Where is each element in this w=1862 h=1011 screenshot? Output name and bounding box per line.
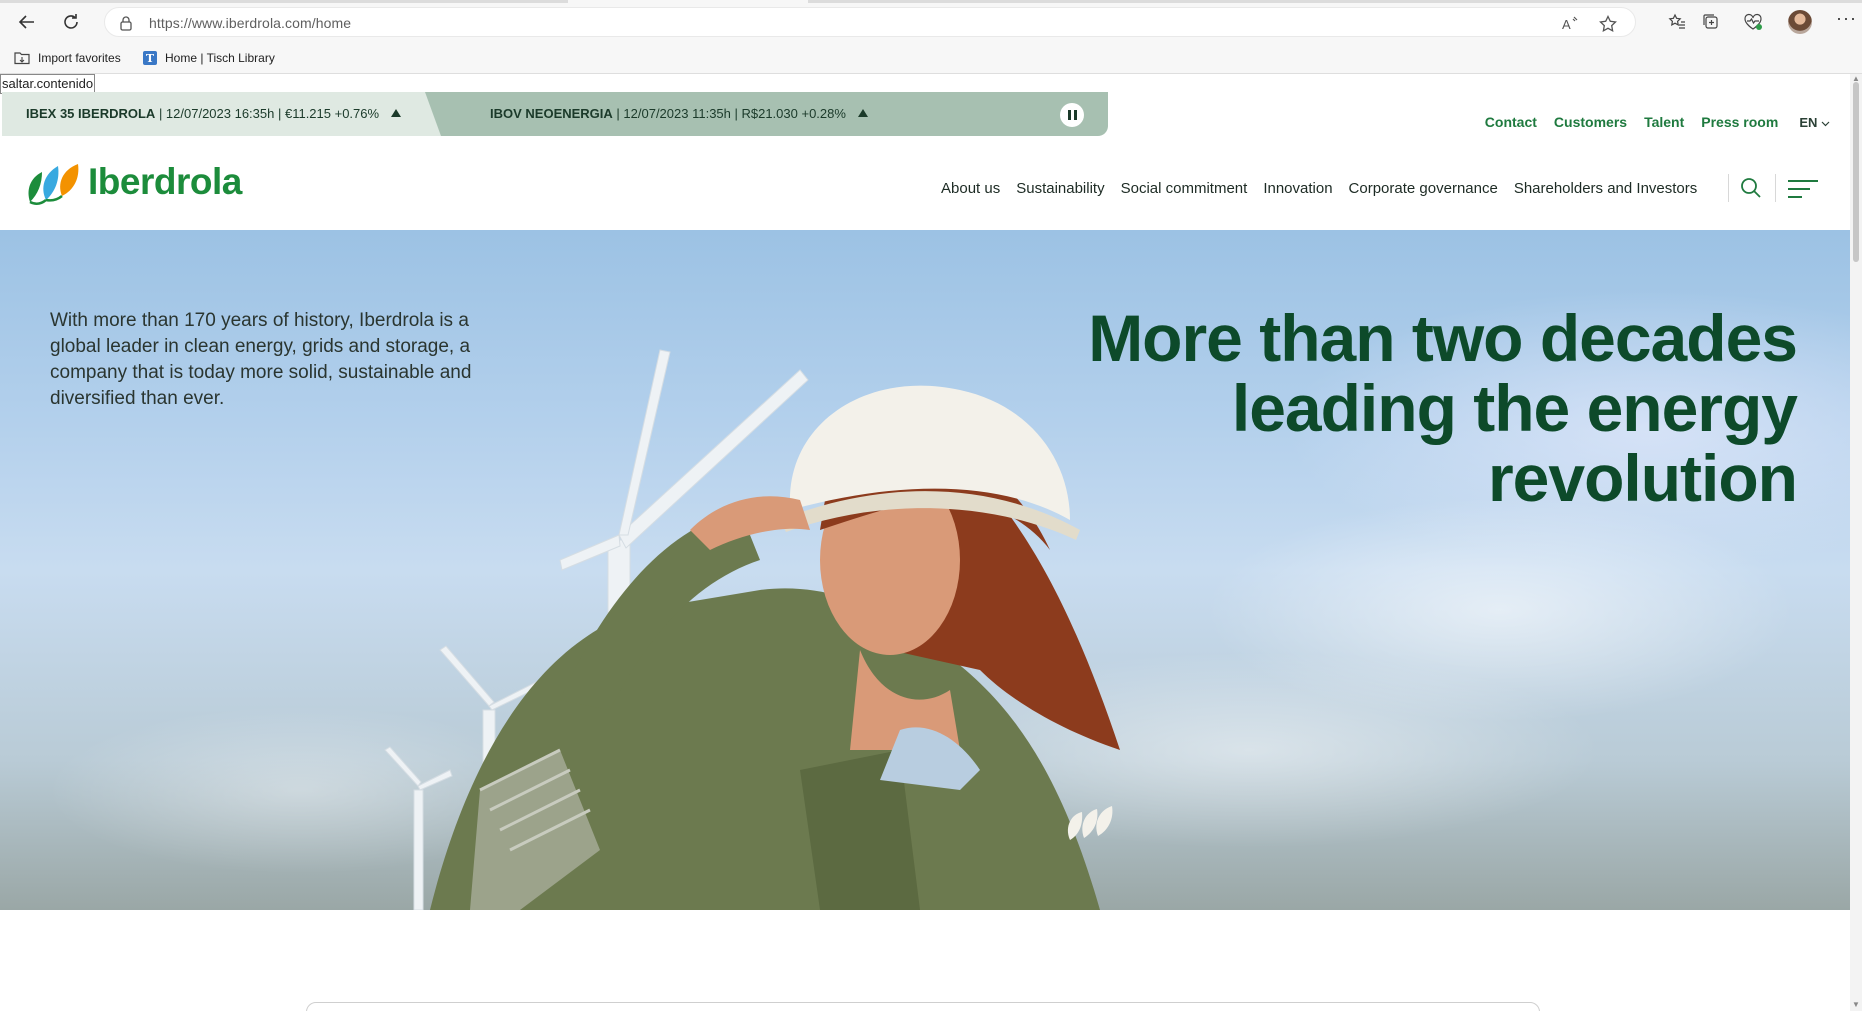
nav-sustainability[interactable]: Sustainability <box>1016 180 1104 197</box>
language-selector[interactable]: EN <box>1799 115 1830 130</box>
nav-talent[interactable]: Talent <box>1644 114 1684 130</box>
main-nav: About us Sustainability Social commitmen… <box>941 180 1713 197</box>
page-scrollbar[interactable]: ▲ ▼ <box>1850 74 1862 1011</box>
tab-strip <box>0 0 1862 3</box>
up-arrow-icon <box>390 109 401 117</box>
bookmark-import-favorites[interactable]: Import favorites <box>14 47 121 69</box>
bookmark-tisch-library[interactable]: T Home | Tisch Library <box>143 47 275 69</box>
ticker-name: IBOV NEOENERGIA <box>490 106 613 121</box>
back-button[interactable] <box>14 9 40 35</box>
ticker-name: IBEX 35 IBERDROLA <box>26 106 156 121</box>
collections-icon <box>1703 14 1718 29</box>
ticker-item-ibex[interactable]: IBEX 35 IBERDROLA | 12/07/2023 16:35h | … <box>26 106 401 121</box>
back-arrow-icon <box>18 15 34 29</box>
url-text: https://www.iberdrola.com/home <box>149 15 352 31</box>
hero-intro-text: With more than 170 years of history, Ibe… <box>50 310 472 409</box>
heart-rate-extension-icon <box>1744 13 1762 30</box>
import-favorites-icon <box>14 52 30 65</box>
nav-corporate-governance[interactable]: Corporate governance <box>1349 180 1498 197</box>
content-below-hero <box>0 910 1850 1011</box>
scroll-down-icon[interactable]: ▼ <box>1852 1000 1860 1009</box>
content-card-edge <box>306 1002 1540 1011</box>
search-icon[interactable] <box>1740 177 1762 199</box>
nav-innovation[interactable]: Innovation <box>1263 180 1332 197</box>
favorites-button[interactable] <box>1666 11 1688 33</box>
skip-to-content-link[interactable]: saltar.contenido <box>0 74 96 94</box>
lock-icon <box>120 16 132 31</box>
up-arrow-icon <box>857 109 868 117</box>
browser-toolbar: https://www.iberdrola.com/home A ··· <box>0 0 1862 42</box>
bookmark-label: Import favorites <box>38 51 121 65</box>
nav-shareholders-investors[interactable]: Shareholders and Investors <box>1514 180 1697 197</box>
worker-figure <box>430 385 1120 910</box>
iberdrola-leaves-icon <box>28 164 79 205</box>
language-code: EN <box>1799 114 1818 130</box>
menu-hamburger-icon[interactable] <box>1788 180 1818 204</box>
utility-nav: Contact Customers Talent Press room EN <box>1468 114 1830 130</box>
ticker-details: | 12/07/2023 11:35h | R$21.030 +0.28% <box>616 106 846 121</box>
nav-social-commitment[interactable]: Social commitment <box>1121 180 1248 197</box>
nav-about-us[interactable]: About us <box>941 180 1000 197</box>
scrollbar-thumb[interactable] <box>1853 82 1859 262</box>
favorites-list-icon <box>1668 13 1685 29</box>
nav-customers[interactable]: Customers <box>1554 114 1627 130</box>
reload-icon <box>64 14 78 29</box>
ticker-item-ibov[interactable]: IBOV NEOENERGIA | 12/07/2023 11:35h | R$… <box>490 106 868 121</box>
hero-title: More than two decades leading the energy… <box>1088 301 1798 515</box>
web-page: saltar.contenido IBEX 35 IBERDROLA | 12/… <box>0 74 1850 1011</box>
extensions-button[interactable] <box>1742 11 1764 33</box>
bookmark-label: Home | Tisch Library <box>165 51 275 65</box>
bookmarks-bar: Import favorites T Home | Tisch Library <box>0 42 1862 74</box>
favorite-star-icon[interactable] <box>1599 15 1617 33</box>
nav-contact[interactable]: Contact <box>1485 114 1537 130</box>
address-bar[interactable]: https://www.iberdrola.com/home A <box>104 7 1636 37</box>
svg-text:A: A <box>1562 17 1571 32</box>
ticker-pause-button[interactable] <box>1060 103 1084 127</box>
stock-ticker: IBEX 35 IBERDROLA | 12/07/2023 16:35h | … <box>2 92 1108 136</box>
nav-divider <box>1775 174 1776 202</box>
ticker-details: | 12/07/2023 16:35h | €11.215 +0.76% <box>158 106 380 121</box>
hero-banner: With more than 170 years of history, Ibe… <box>0 230 1850 910</box>
nav-press-room[interactable]: Press room <box>1701 114 1778 130</box>
nav-divider <box>1728 174 1729 202</box>
collections-button[interactable] <box>1700 11 1722 33</box>
profile-avatar[interactable] <box>1788 10 1812 34</box>
read-aloud-icon[interactable]: A <box>1561 15 1579 33</box>
reload-button[interactable] <box>58 9 84 35</box>
iberdrola-logo[interactable]: Iberdrola <box>24 156 242 208</box>
pause-icon <box>1067 110 1071 120</box>
tisch-library-icon: T <box>143 51 157 65</box>
more-menu-icon[interactable]: ··· <box>1836 8 1857 29</box>
logo-wordmark: Iberdrola <box>88 161 242 202</box>
chevron-down-icon <box>1821 121 1830 126</box>
